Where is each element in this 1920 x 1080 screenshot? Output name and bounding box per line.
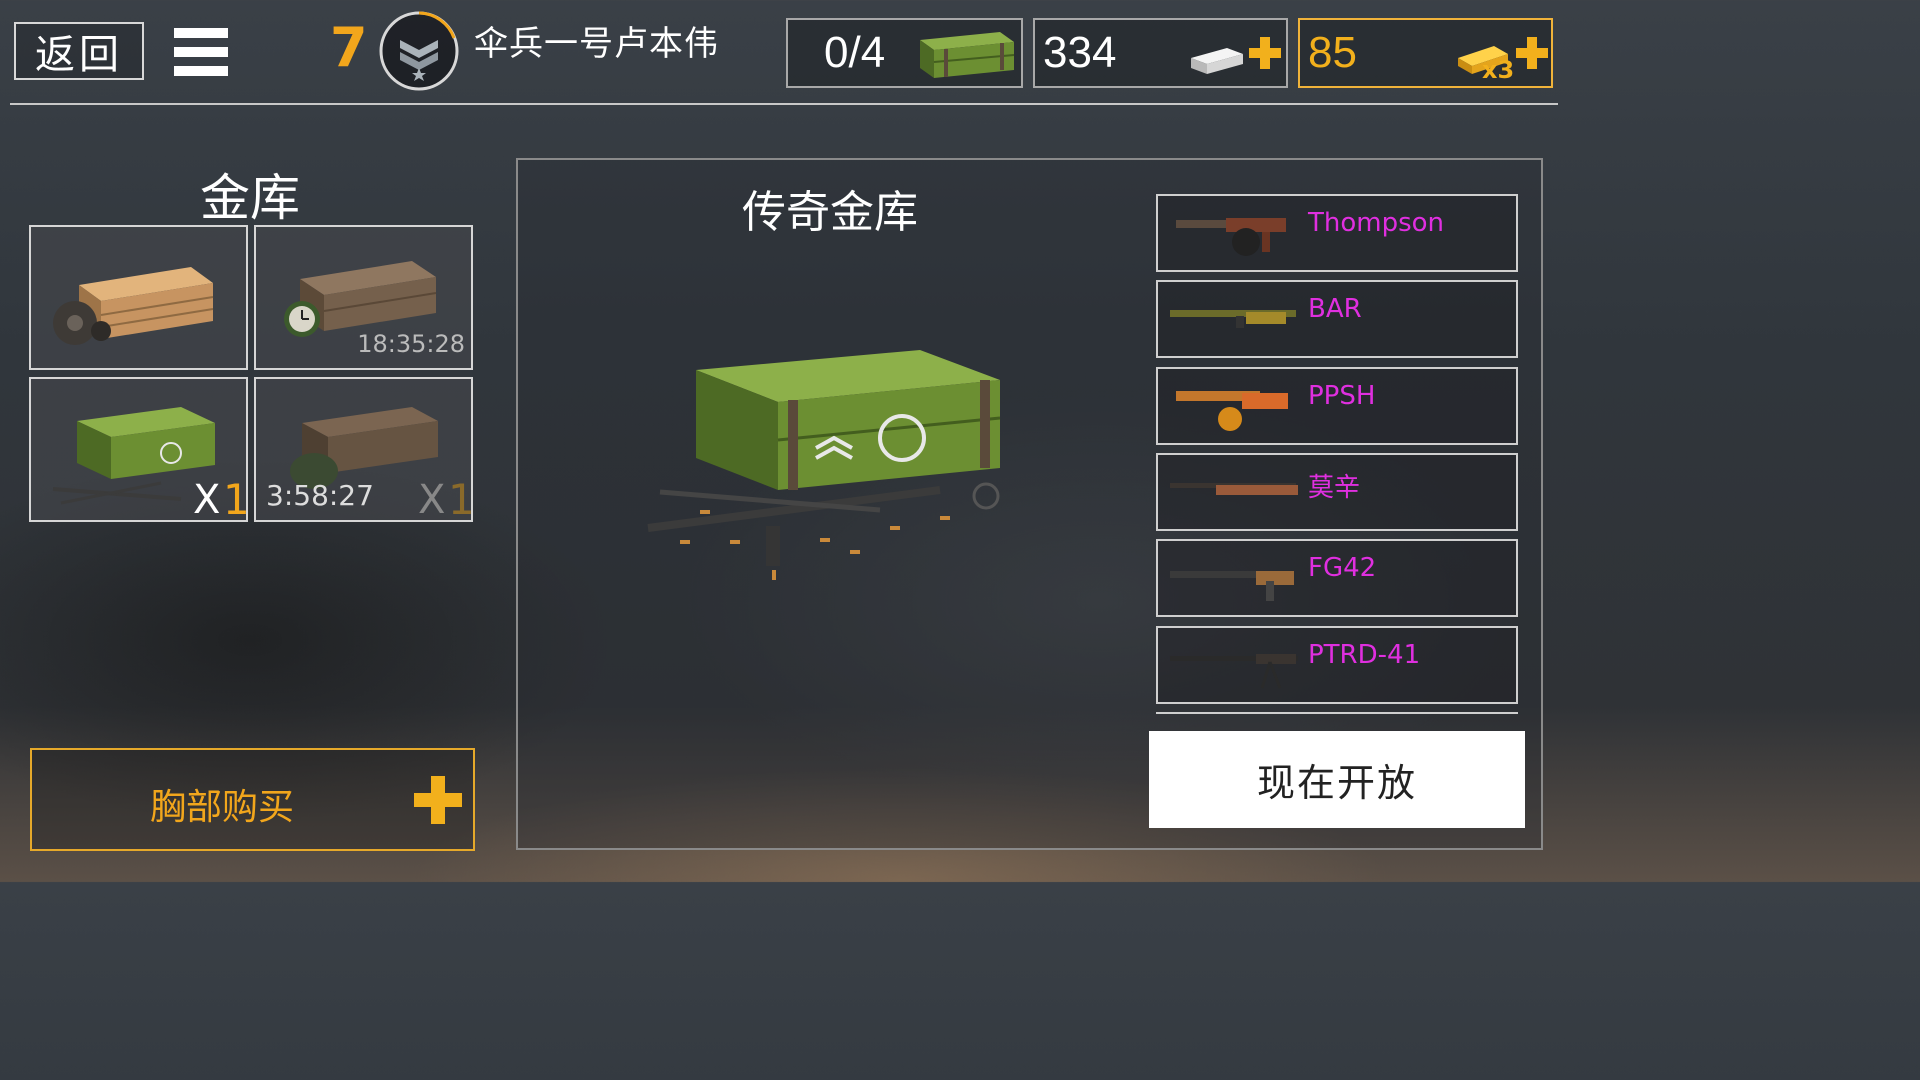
crate-counter[interactable]: 0/4 xyxy=(786,18,1023,88)
weapon-name: PTRD-41 xyxy=(1308,640,1421,670)
vault-slot-2[interactable]: 18:35:28 xyxy=(254,225,473,370)
buy-chest-label: 胸部购买 xyxy=(150,787,295,828)
plus-icon xyxy=(414,776,462,824)
legendary-vault-title: 传奇金库 xyxy=(742,187,918,238)
gold-currency[interactable]: 85 x3 xyxy=(1298,18,1553,88)
player-level: 7 xyxy=(330,16,368,79)
weapon-item-fg42[interactable]: FG42 xyxy=(1156,539,1518,617)
weapon-item-mosin[interactable]: 莫辛 xyxy=(1156,453,1518,531)
slot-count: 1 xyxy=(448,475,473,522)
rank-chevron-icon xyxy=(379,11,459,91)
add-silver-icon[interactable] xyxy=(1247,35,1283,71)
legendary-crate-image xyxy=(647,350,1001,580)
slot-count-x: X xyxy=(193,477,221,522)
weapon-item-ppsh[interactable]: PPSH xyxy=(1156,367,1518,445)
green-crate-icon xyxy=(920,32,1015,78)
mosin-rifle-icon xyxy=(1170,483,1298,495)
thompson-icon xyxy=(1176,218,1286,256)
weapon-name: PPSH xyxy=(1308,381,1376,411)
weapon-item-ptrd41[interactable]: PTRD-41 xyxy=(1156,626,1518,704)
ppsh-icon xyxy=(1176,391,1288,431)
buy-chest-button[interactable]: 胸部购买 xyxy=(30,748,475,851)
slot-count: 1 xyxy=(223,475,248,522)
weapon-name: FG42 xyxy=(1308,553,1377,583)
gold-amount: 85 xyxy=(1308,28,1357,77)
bar-rifle-icon xyxy=(1170,310,1296,328)
player-name: 伞兵一号卢本伟 xyxy=(474,24,719,64)
back-button[interactable]: 返回 xyxy=(14,22,144,80)
silver-bar-icon xyxy=(1191,48,1243,74)
weapon-name: BAR xyxy=(1308,294,1362,324)
weapon-name: Thompson xyxy=(1308,208,1445,238)
slot-timer: 18:35:28 xyxy=(357,330,465,358)
silver-currency[interactable]: 334 xyxy=(1033,18,1288,88)
weapon-name: 莫辛 xyxy=(1308,473,1361,503)
weapon-item-bar[interactable]: BAR xyxy=(1156,280,1518,358)
vault-slot-1[interactable] xyxy=(29,225,248,370)
header-divider xyxy=(10,103,1558,105)
open-now-button[interactable]: 现在开放 xyxy=(1149,731,1525,828)
wooden-crate-icon xyxy=(53,267,214,345)
menu-icon[interactable] xyxy=(174,28,228,76)
weapon-item-thompson[interactable]: Thompson xyxy=(1156,194,1518,272)
list-scroll-edge xyxy=(1156,712,1518,714)
vault-title: 金库 xyxy=(200,169,300,227)
silver-amount: 334 xyxy=(1043,28,1117,77)
gold-multiplier: x3 xyxy=(1482,56,1515,84)
vault-slot-4[interactable]: 3:58:27 X 1 xyxy=(254,377,473,522)
fg42-icon xyxy=(1170,571,1294,601)
slot-count-x: X xyxy=(418,477,446,522)
vault-slot-3[interactable]: X 1 xyxy=(29,377,248,522)
ptrd41-icon xyxy=(1170,654,1298,689)
add-gold-icon[interactable] xyxy=(1514,35,1550,71)
slot-timer: 3:58:27 xyxy=(266,479,374,512)
crate-count: 0/4 xyxy=(824,28,886,77)
